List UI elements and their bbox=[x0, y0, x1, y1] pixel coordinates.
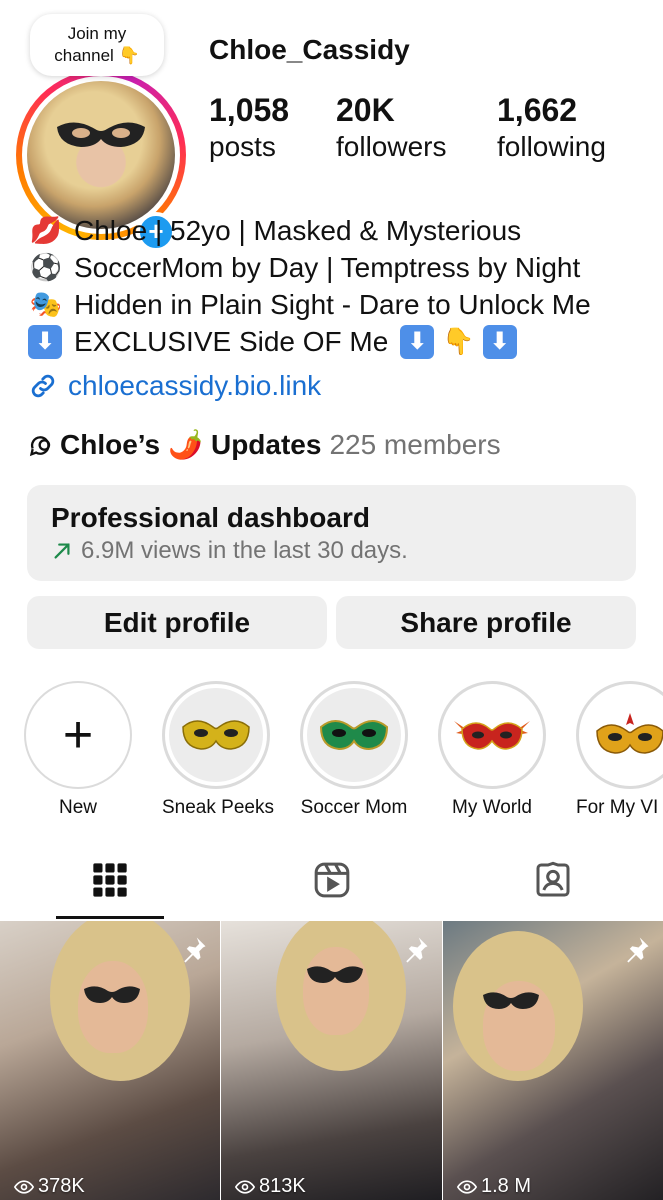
channel-chat-icon bbox=[29, 435, 51, 456]
active-tab-indicator bbox=[56, 916, 164, 919]
bubble-line-2: channel 👇 bbox=[54, 46, 140, 65]
channel-members: 225 members bbox=[329, 428, 501, 460]
post-views-count: 378K bbox=[38, 1175, 85, 1197]
broadcast-channel[interactable]: Chloe’s 🌶️ Updates 225 members bbox=[28, 428, 501, 461]
bio-text-2: SoccerMom by Day | Temptress by Night bbox=[74, 252, 581, 283]
bio-line-4: ⬇ EXCLUSIVE Side OF Me ⬇ 👇 ⬇ bbox=[28, 323, 591, 360]
green-mask-icon bbox=[319, 720, 389, 751]
link-icon bbox=[31, 374, 55, 398]
eye-icon bbox=[235, 1179, 255, 1194]
gold-mask-icon bbox=[182, 720, 250, 750]
post-views: 813K bbox=[235, 1175, 306, 1198]
plus-icon: + bbox=[62, 706, 94, 764]
highlight-for-my-vip[interactable]: For My VI bbox=[576, 681, 663, 819]
eye-icon bbox=[457, 1179, 477, 1194]
grid-post-2[interactable]: 813K bbox=[221, 921, 442, 1200]
dashboard-subtitle: 6.9M views in the last 30 days. bbox=[81, 537, 408, 564]
mask-graphic bbox=[84, 986, 140, 1003]
highlight-circle bbox=[300, 681, 408, 789]
profile-username: Chloe_Cassidy bbox=[209, 34, 410, 65]
down-arrow-icon: ⬇ bbox=[482, 324, 517, 359]
theater-masks-icon: 🎭 bbox=[29, 289, 63, 319]
chili-pepper-icon: 🌶️ bbox=[168, 429, 203, 460]
highlight-new-circle: + bbox=[24, 681, 132, 789]
posts-stat[interactable]: 1,058 posts bbox=[209, 92, 289, 166]
grid-post-3[interactable]: 1.8 M bbox=[443, 921, 663, 1200]
profile-avatar[interactable]: + bbox=[16, 62, 186, 252]
professional-dashboard[interactable]: Professional dashboard 6.9M views in the… bbox=[27, 485, 636, 581]
reels-icon[interactable] bbox=[312, 860, 352, 900]
highlight-my-world[interactable]: My World bbox=[438, 681, 546, 819]
dashboard-title: Professional dashboard bbox=[51, 502, 370, 533]
highlight-new[interactable]: + New bbox=[24, 681, 132, 819]
trend-up-arrow-icon bbox=[54, 543, 70, 559]
pin-icon bbox=[184, 937, 206, 963]
mask-graphic bbox=[483, 992, 539, 1009]
post-face bbox=[78, 961, 148, 1053]
bio-text-1: Chloe | 52yo | Masked & Mysterious bbox=[74, 215, 522, 246]
join-channel-bubble[interactable]: Join my channel 👇 bbox=[30, 14, 164, 76]
edit-profile-button[interactable]: Edit profile bbox=[27, 596, 327, 649]
down-arrow-icon: ⬇ bbox=[400, 324, 435, 359]
bio-text-3: Hidden in Plain Sight - Dare to Unlock M… bbox=[74, 289, 591, 320]
grid-post-1[interactable]: 378K bbox=[0, 921, 220, 1200]
followers-count: 20K bbox=[336, 92, 395, 128]
highlight-label: New bbox=[58, 797, 97, 818]
bio-link-text: chloecassidy.bio.link bbox=[68, 370, 322, 401]
post-views: 1.8 M bbox=[457, 1175, 531, 1198]
followers-label: followers bbox=[336, 131, 447, 162]
bio-line-1: 💋 Chloe | 52yo | Masked & Mysterious bbox=[28, 212, 591, 249]
channel-name-suffix: Updates bbox=[210, 428, 322, 460]
bubble-line-1: Join my bbox=[67, 24, 127, 43]
dashboard-subtitle-row: 6.9M views in the last 30 days. bbox=[51, 535, 612, 567]
pin-icon bbox=[406, 937, 428, 963]
bio: 💋 Chloe | 52yo | Masked & Mysterious ⚽ S… bbox=[28, 212, 591, 360]
highlight-circle bbox=[438, 681, 546, 789]
eye-icon bbox=[14, 1179, 34, 1194]
bio-link[interactable]: chloecassidy.bio.link bbox=[28, 370, 321, 402]
bio-line-3: 🎭 Hidden in Plain Sight - Dare to Unlock… bbox=[28, 286, 591, 323]
red-mask-icon bbox=[454, 721, 530, 750]
post-face bbox=[303, 947, 369, 1035]
posts-label: posts bbox=[209, 131, 276, 162]
posts-count: 1,058 bbox=[209, 92, 290, 128]
grid-icon[interactable] bbox=[90, 860, 130, 900]
avatar-photo bbox=[27, 81, 175, 229]
gold-feather-mask-icon bbox=[596, 713, 663, 754]
highlight-circle bbox=[576, 681, 663, 789]
highlight-sneak-peeks[interactable]: Sneak Peeks bbox=[162, 681, 274, 819]
post-views-count: 813K bbox=[259, 1175, 306, 1197]
post-views-count: 1.8 M bbox=[481, 1175, 532, 1197]
kiss-icon: 💋 bbox=[29, 215, 63, 245]
pointing-down-icon: 👇 bbox=[442, 326, 475, 356]
followers-stat[interactable]: 20K followers bbox=[336, 92, 446, 166]
mask-graphic bbox=[307, 966, 363, 983]
share-profile-button[interactable]: Share profile bbox=[336, 596, 636, 649]
highlight-label: Sneak Peeks bbox=[162, 797, 274, 818]
bio-line-2: ⚽ SoccerMom by Day | Temptress by Night bbox=[28, 249, 591, 286]
channel-name-prefix: Chloe’s bbox=[60, 428, 161, 460]
profile-tabs bbox=[0, 852, 663, 920]
tagged-icon[interactable] bbox=[533, 860, 573, 900]
following-label: following bbox=[497, 131, 606, 162]
highlight-label: For My VI bbox=[576, 797, 659, 818]
soccer-ball-icon: ⚽ bbox=[29, 252, 63, 282]
mask-graphic bbox=[57, 122, 145, 147]
highlight-soccer-mom[interactable]: Soccer Mom bbox=[300, 681, 408, 819]
pin-icon bbox=[627, 937, 649, 963]
following-stat[interactable]: 1,662 following bbox=[497, 92, 606, 166]
following-count: 1,662 bbox=[497, 92, 578, 128]
highlight-label: Soccer Mom bbox=[300, 797, 408, 818]
down-arrow-icon: ⬇ bbox=[28, 324, 62, 359]
bio-text-4: EXCLUSIVE Side OF Me bbox=[74, 326, 389, 357]
post-views: 378K bbox=[14, 1175, 85, 1198]
highlight-circle bbox=[162, 681, 270, 789]
highlight-label: My World bbox=[452, 797, 532, 818]
